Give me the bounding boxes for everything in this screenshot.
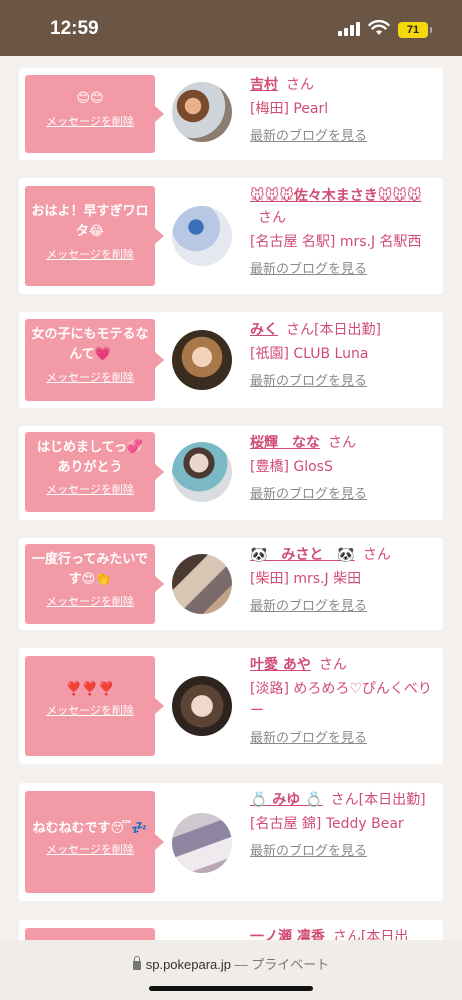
- lock-icon: [132, 956, 141, 970]
- cast-name-line: 桜輝 なな さん: [250, 432, 440, 454]
- latest-blog-link[interactable]: 最新のブログを見る: [250, 259, 440, 281]
- cast-name-line: 一ノ瀬 凛香 さん[本日出: [250, 926, 440, 940]
- avatar[interactable]: [172, 554, 232, 614]
- message-bubble: はじめましてっ💞ありがとう メッセージを削除: [25, 432, 164, 512]
- home-indicator[interactable]: [149, 986, 313, 991]
- cast-name-link[interactable]: 叶愛 あや: [250, 657, 311, 673]
- message-card: ねむねむです😴💤 メッセージを削除 💍 みゆ 💍 さん[本日出勤] [名古屋 錦]…: [19, 783, 443, 901]
- delete-message-link[interactable]: メッセージを削除: [25, 843, 155, 857]
- latest-blog-link[interactable]: 最新のブログを見る: [250, 484, 440, 506]
- cast-name-link[interactable]: 桜輝 なな: [250, 435, 320, 451]
- message-bubble: おはよ！早すぎワロタ😂 メッセージを削除: [25, 186, 164, 286]
- message-text: 一度行ってみたいです😍👏: [32, 552, 148, 587]
- cast-info: 💍 みゆ 💍 さん[本日出勤] [名古屋 錦] Teddy Bear 最新のブログ…: [250, 789, 440, 863]
- cast-name-line: みく さん[本日出勤]: [250, 319, 440, 341]
- status-time: 12:59: [50, 18, 99, 39]
- delete-message-link[interactable]: メッセージを削除: [25, 704, 155, 718]
- status-badge: [本日出勤]: [358, 792, 426, 808]
- message-text: 😊😊: [76, 91, 104, 106]
- cast-name-line: 吉村 さん: [250, 74, 440, 96]
- cast-info: 吉村 さん [梅田] Pearl 最新のブログを見る: [250, 74, 440, 148]
- cast-name-link[interactable]: 🐼 みさと 🐼: [250, 547, 355, 563]
- delete-message-link[interactable]: メッセージを削除: [25, 483, 155, 497]
- cast-name-link[interactable]: 💍 みゆ 💍: [250, 792, 323, 808]
- message-card: 一度行ってみたいです😍👏 メッセージを削除 🐼 みさと 🐼 さん [柴田] mrs…: [19, 538, 443, 630]
- message-bubble: 女の子にもモテるなんて💗 メッセージを削除: [25, 319, 164, 401]
- message-bubble: 😊😊 メッセージを削除: [25, 75, 164, 153]
- avatar[interactable]: [172, 82, 232, 142]
- latest-blog-link[interactable]: 最新のブログを見る: [250, 596, 440, 618]
- delete-message-link[interactable]: メッセージを削除: [25, 371, 155, 385]
- private-mode-label: プライベート: [251, 957, 330, 972]
- message-bubble: 一度行ってみたいです😍👏 メッセージを削除: [25, 544, 164, 624]
- name-suffix: さん: [332, 929, 361, 940]
- cast-info: 叶愛 あや さん [淡路] めろめろ♡ぴんくべりー 最新のブログを見る: [250, 654, 440, 750]
- name-suffix: さん: [362, 547, 391, 563]
- cast-name-link[interactable]: みく: [250, 322, 278, 338]
- cast-name-link[interactable]: 吉村: [250, 77, 278, 93]
- message-text: ❣️❣️❣️: [65, 682, 115, 697]
- message-card: 一ノ瀬 凛香 さん[本日出: [19, 920, 443, 940]
- message-card: おはよ！早すぎワロタ😂 メッセージを削除 🐭🐭🐭佐々木まさき🐭🐭🐭 さん [名古屋…: [19, 178, 443, 294]
- message-bubble: ねむねむです😴💤 メッセージを削除: [25, 791, 164, 893]
- cast-info: 一ノ瀬 凛香 さん[本日出: [250, 926, 440, 940]
- status-bar: 12:59 71: [0, 0, 462, 56]
- avatar[interactable]: [172, 206, 232, 266]
- name-suffix: さん: [286, 322, 314, 338]
- avatar[interactable]: [172, 330, 232, 390]
- shop-name: [淡路] めろめろ♡ぴんくべりー: [250, 681, 432, 719]
- browser-url-bar[interactable]: sp.pokepara.jp — プライベート: [0, 940, 462, 1000]
- message-card: 😊😊 メッセージを削除 吉村 さん [梅田] Pearl 最新のブログを見る: [19, 68, 443, 160]
- url-display[interactable]: sp.pokepara.jp — プライベート: [0, 954, 462, 973]
- cast-name-link[interactable]: 一ノ瀬 凛香: [250, 929, 325, 940]
- cast-info: 🐼 みさと 🐼 さん [柴田] mrs.J 柴田 最新のブログを見る: [250, 544, 440, 618]
- message-card: ❣️❣️❣️ メッセージを削除 叶愛 あや さん [淡路] めろめろ♡ぴんくべりー…: [19, 648, 443, 764]
- message-bubble: ❣️❣️❣️ メッセージを削除: [25, 656, 164, 756]
- message-text: はじめましてっ💞ありがとう: [36, 440, 144, 475]
- url-domain: sp.pokepara.jp: [145, 957, 232, 972]
- cast-name-line: 叶愛 あや さん: [250, 654, 440, 676]
- cellular-signal-icon: [338, 22, 362, 36]
- message-text: 女の子にもモテるなんて💗: [31, 327, 149, 362]
- cast-info: みく さん[本日出勤] [祇園] CLUB Luna 最新のブログを見る: [250, 319, 440, 393]
- name-suffix: さん: [328, 435, 356, 451]
- name-suffix: さん: [258, 210, 286, 226]
- name-suffix: さん: [330, 792, 359, 808]
- shop-name: [梅田] Pearl: [250, 101, 329, 117]
- url-separator: —: [231, 957, 252, 972]
- message-card: はじめましてっ💞ありがとう メッセージを削除 桜輝 なな さん [豊橋] Glos…: [19, 426, 443, 520]
- delete-message-link[interactable]: メッセージを削除: [25, 115, 155, 129]
- cast-info: 桜輝 なな さん [豊橋] GlosS 最新のブログを見る: [250, 432, 440, 506]
- cast-name-line: 🐭🐭🐭佐々木まさき🐭🐭🐭 さん: [250, 185, 440, 229]
- delete-message-link[interactable]: メッセージを削除: [25, 248, 155, 262]
- message-bubble: [25, 928, 155, 940]
- cast-name-line: 🐼 みさと 🐼 さん: [250, 544, 440, 566]
- latest-blog-link[interactable]: 最新のブログを見る: [250, 126, 440, 148]
- battery-icon: 71: [398, 22, 432, 38]
- status-badge: [本日出: [360, 929, 409, 940]
- cast-info: 🐭🐭🐭佐々木まさき🐭🐭🐭 さん [名古屋 名駅] mrs.J 名駅西 最新のブログ…: [250, 185, 440, 281]
- status-badge: [本日出勤]: [314, 322, 381, 338]
- latest-blog-link[interactable]: 最新のブログを見る: [250, 728, 440, 750]
- cast-name-link[interactable]: 🐭🐭🐭佐々木まさき🐭🐭🐭: [250, 188, 422, 204]
- latest-blog-link[interactable]: 最新のブログを見る: [250, 841, 440, 863]
- delete-message-link[interactable]: メッセージを削除: [25, 595, 155, 609]
- shop-name: [祇園] CLUB Luna: [250, 346, 369, 362]
- cast-name-line: 💍 みゆ 💍 さん[本日出勤]: [250, 789, 440, 811]
- message-feed[interactable]: 😊😊 メッセージを削除 吉村 さん [梅田] Pearl 最新のブログを見る おは…: [0, 56, 462, 940]
- avatar[interactable]: [172, 676, 232, 736]
- name-suffix: さん: [318, 657, 347, 673]
- avatar[interactable]: [172, 813, 232, 873]
- name-suffix: さん: [286, 77, 314, 93]
- shop-name: [名古屋 錦] Teddy Bear: [250, 816, 404, 832]
- avatar[interactable]: [172, 442, 232, 502]
- wifi-icon: [368, 19, 390, 35]
- latest-blog-link[interactable]: 最新のブログを見る: [250, 371, 440, 393]
- shop-name: [名古屋 名駅] mrs.J 名駅西: [250, 234, 422, 250]
- shop-name: [柴田] mrs.J 柴田: [250, 571, 362, 587]
- message-text: ねむねむです😴💤: [32, 821, 148, 836]
- shop-name: [豊橋] GlosS: [250, 459, 333, 475]
- message-text: おはよ！早すぎワロタ😂: [31, 204, 149, 239]
- message-card: 女の子にもモテるなんて💗 メッセージを削除 みく さん[本日出勤] [祇園] CL…: [19, 312, 443, 408]
